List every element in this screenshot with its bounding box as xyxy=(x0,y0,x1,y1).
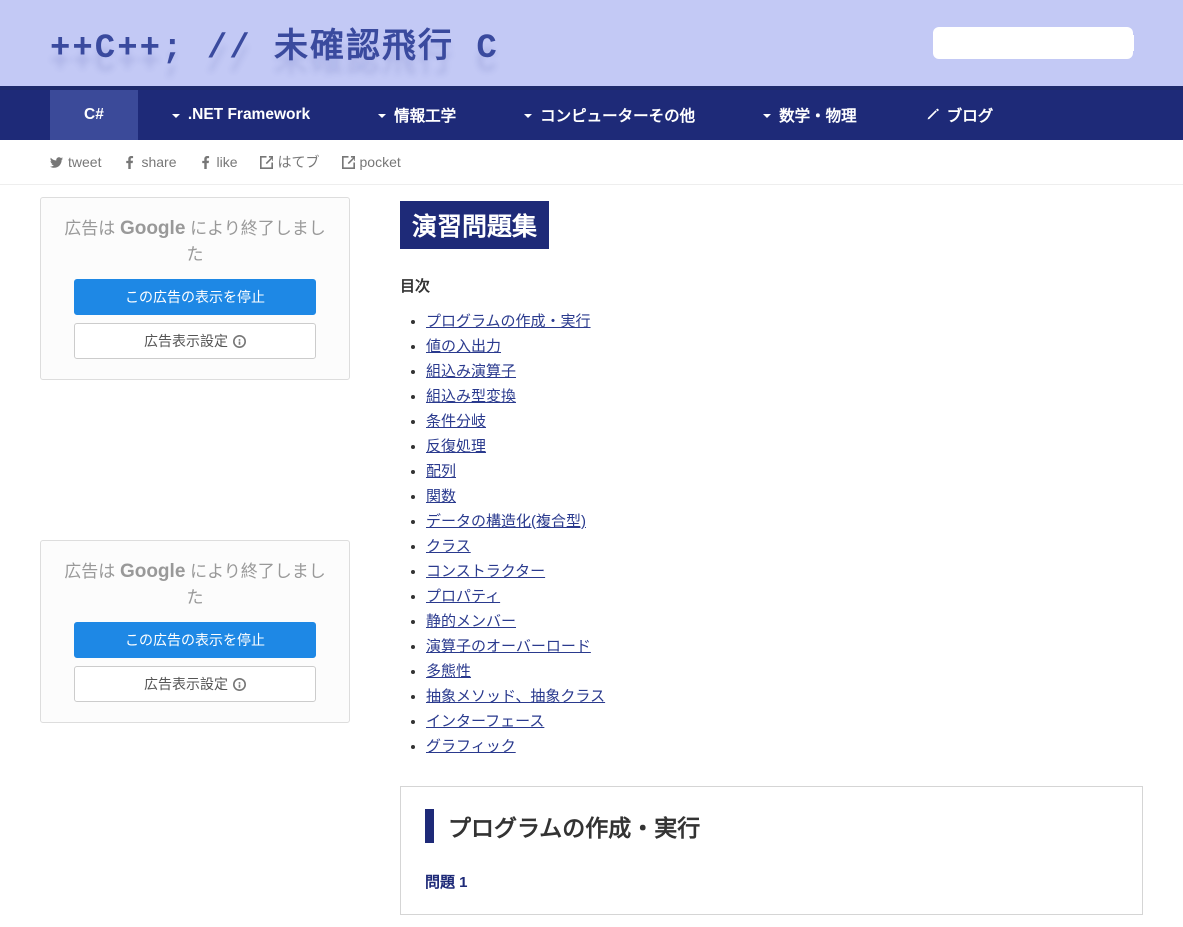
nav-item-math-physics[interactable]: 数学・物理 xyxy=(729,90,891,140)
caret-down-icon xyxy=(763,114,771,122)
nav-item-blog[interactable]: ブログ xyxy=(891,90,1028,140)
toc-item: インターフェース xyxy=(426,710,1143,731)
nav-item-dotnet[interactable]: .NET Framework xyxy=(138,90,344,140)
toc-link[interactable]: コンストラクター xyxy=(426,563,545,580)
toc-list: プログラムの作成・実行 値の入出力 組込み演算子 組込み型変換 条件分岐 反復処… xyxy=(400,310,1143,756)
main-content: 演習問題集 目次 プログラムの作成・実行 値の入出力 組込み演算子 組込み型変換… xyxy=(400,197,1143,915)
toc-item: 静的メンバー xyxy=(426,610,1143,631)
toc-link[interactable]: 組込み型変換 xyxy=(426,388,516,405)
toc-item: 値の入出力 xyxy=(426,335,1143,356)
site-title[interactable]: ++C++; // 未確認飛行 C xyxy=(50,18,499,68)
caret-down-icon xyxy=(378,114,386,122)
toc-link[interactable]: クラス xyxy=(426,538,471,555)
toc-item: 条件分岐 xyxy=(426,410,1143,431)
toc-item: 組込み演算子 xyxy=(426,360,1143,381)
social-bar: tweet share like はてブ pocket xyxy=(0,140,1183,185)
toc-link[interactable]: 反復処理 xyxy=(426,438,486,455)
ad-text: 広告は Google により終了しました xyxy=(51,557,339,608)
search-box[interactable] xyxy=(933,27,1133,59)
caret-down-icon xyxy=(524,114,532,122)
social-hatebu[interactable]: はてブ xyxy=(260,152,320,172)
share-out-icon xyxy=(342,156,355,169)
toc-link[interactable]: 組込み演算子 xyxy=(426,363,516,380)
nav-item-computer-other[interactable]: コンピューターその他 xyxy=(490,90,729,140)
ad-box-2: 広告は Google により終了しました この広告の表示を停止 広告表示設定 xyxy=(40,540,350,723)
toc-link[interactable]: 演算子のオーバーロード xyxy=(426,638,591,655)
caret-down-icon xyxy=(172,114,180,122)
toc-link[interactable]: 値の入出力 xyxy=(426,338,501,355)
toc-item: 抽象メソッド、抽象クラス xyxy=(426,685,1143,706)
page-title: 演習問題集 xyxy=(400,201,549,249)
content-area: 広告は Google により終了しました この広告の表示を停止 広告表示設定 広… xyxy=(0,185,1183,927)
toc-item: プログラムの作成・実行 xyxy=(426,310,1143,331)
info-icon xyxy=(233,678,246,691)
toc-link[interactable]: 多態性 xyxy=(426,663,471,680)
sidebar: 広告は Google により終了しました この広告の表示を停止 広告表示設定 広… xyxy=(40,197,350,915)
problem-label: 問題 1 xyxy=(425,871,1118,892)
toc-link[interactable]: データの構造化(複合型) xyxy=(426,513,586,530)
toc-link[interactable]: プログラムの作成・実行 xyxy=(426,313,591,330)
social-share[interactable]: share xyxy=(123,152,176,172)
social-tweet[interactable]: tweet xyxy=(50,152,101,172)
toc-link[interactable]: 抽象メソッド、抽象クラス xyxy=(426,688,605,705)
toc-heading: 目次 xyxy=(400,275,1143,296)
toc-link[interactable]: 配列 xyxy=(426,463,456,480)
twitter-icon xyxy=(50,156,63,169)
toc-link[interactable]: 静的メンバー xyxy=(426,613,516,630)
section-title: プログラムの作成・実行 xyxy=(425,809,1118,843)
toc-item: 関数 xyxy=(426,485,1143,506)
toc-item: 多態性 xyxy=(426,660,1143,681)
content-section: プログラムの作成・実行 問題 1 xyxy=(400,786,1143,915)
toc-item: 反復処理 xyxy=(426,435,1143,456)
toc-link[interactable]: プロパティ xyxy=(426,588,500,605)
toc-item: 演算子のオーバーロード xyxy=(426,635,1143,656)
toc-item: 組込み型変換 xyxy=(426,385,1143,406)
toc-item: クラス xyxy=(426,535,1143,556)
search-input[interactable] xyxy=(953,35,1134,51)
toc-item: プロパティ xyxy=(426,585,1143,606)
ad-stop-button[interactable]: この広告の表示を停止 xyxy=(74,279,316,315)
toc-link[interactable]: 条件分岐 xyxy=(426,413,486,430)
nav-item-csharp[interactable]: C# xyxy=(50,90,138,140)
ad-settings-button[interactable]: 広告表示設定 xyxy=(74,666,316,702)
ad-text: 広告は Google により終了しました xyxy=(51,214,339,265)
toc-link[interactable]: グラフィック xyxy=(426,738,516,755)
toc-link[interactable]: インターフェース xyxy=(426,713,544,730)
info-icon xyxy=(233,335,246,348)
toc-item: コンストラクター xyxy=(426,560,1143,581)
toc-item: グラフィック xyxy=(426,735,1143,756)
ad-box-1: 広告は Google により終了しました この広告の表示を停止 広告表示設定 xyxy=(40,197,350,380)
site-header: ++C++; // 未確認飛行 C xyxy=(0,0,1183,90)
ad-stop-button[interactable]: この広告の表示を停止 xyxy=(74,622,316,658)
pencil-icon xyxy=(925,108,939,122)
social-like[interactable]: like xyxy=(199,152,238,172)
facebook-icon xyxy=(199,156,212,169)
toc-link[interactable]: 関数 xyxy=(426,488,456,505)
main-nav: C# .NET Framework 情報工学 コンピューターその他 数学・物理 … xyxy=(0,90,1183,140)
facebook-icon xyxy=(123,156,136,169)
toc-item: データの構造化(複合型) xyxy=(426,510,1143,531)
share-out-icon xyxy=(260,156,273,169)
ad-settings-button[interactable]: 広告表示設定 xyxy=(74,323,316,359)
social-pocket[interactable]: pocket xyxy=(342,152,401,172)
nav-item-info-eng[interactable]: 情報工学 xyxy=(344,90,490,140)
toc-item: 配列 xyxy=(426,460,1143,481)
